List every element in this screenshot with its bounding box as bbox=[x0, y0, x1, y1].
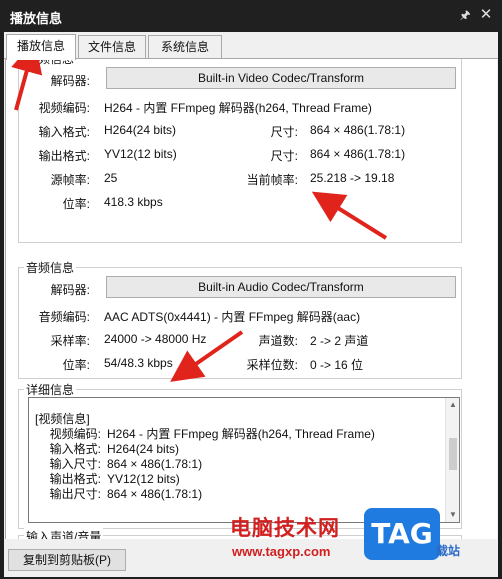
tab-file-info[interactable]: 文件信息 bbox=[78, 35, 146, 59]
details-line: 视频编码: H264 - 内置 FFmpeg 解码器(h264, Thread F… bbox=[49, 427, 375, 441]
scroll-up-icon[interactable]: ▲ bbox=[446, 398, 459, 412]
audio-bitrate-value: 54/48.3 kbps bbox=[104, 356, 173, 370]
tab-playback-info[interactable]: 播放信息 bbox=[6, 34, 76, 60]
video-group-title: 视频信息 bbox=[24, 59, 77, 67]
current-fps-label: 当前帧率: bbox=[246, 173, 298, 187]
copy-to-clipboard-button[interactable]: 复制到剪贴板(P) bbox=[8, 549, 126, 571]
output-size-value: 864 × 486(1.78:1) bbox=[310, 147, 406, 161]
details-line: 输入格式: H264(24 bits) bbox=[49, 442, 180, 456]
audio-group-title: 音频信息 bbox=[24, 259, 77, 276]
audio-codec-value: AAC ADTS(0x4441) - 内置 FFmpeg 解码器(aac) bbox=[104, 310, 361, 324]
pin-icon[interactable]: 🖈 bbox=[458, 8, 472, 22]
input-size-label: 尺寸: bbox=[270, 125, 298, 139]
audio-codec-label: 音频编码: bbox=[38, 310, 90, 324]
input-size-value: 864 × 486(1.78:1) bbox=[310, 123, 406, 137]
close-icon[interactable]: ✕ bbox=[478, 7, 494, 23]
details-group-title: 详细信息 bbox=[24, 381, 77, 398]
audio-bitrate-label: 位率: bbox=[62, 358, 90, 372]
channels-value: 2 -> 2 声道 bbox=[310, 334, 369, 348]
source-fps-label: 源帧率: bbox=[50, 173, 90, 187]
sample-rate-value: 24000 -> 48000 Hz bbox=[104, 332, 207, 346]
watermark-extra: 载站 bbox=[436, 544, 461, 558]
details-section-header: [视频信息] bbox=[35, 412, 90, 426]
output-format-label: 输出格式: bbox=[38, 149, 90, 163]
video-codec-value: H264 - 内置 FFmpeg 解码器(h264, Thread Frame) bbox=[104, 101, 372, 115]
video-codec-label: 视频编码: bbox=[38, 101, 90, 115]
output-format-value: YV12(12 bits) bbox=[104, 147, 177, 161]
channels-label: 声道数: bbox=[258, 334, 298, 348]
input-format-value: H264(24 bits) bbox=[104, 123, 177, 137]
window-title: 播放信息 bbox=[10, 11, 63, 26]
details-line: 输入尺寸: 864 × 486(1.78:1) bbox=[49, 457, 203, 471]
volume-group-title: 输入声道/音量 bbox=[24, 528, 104, 539]
scroll-thumb[interactable] bbox=[449, 438, 457, 470]
tab-system-info[interactable]: 系统信息 bbox=[148, 35, 222, 59]
watermark-tag-logo: TAG bbox=[364, 508, 440, 560]
video-decoder-label: 解码器: bbox=[50, 74, 90, 88]
watermark: 电脑技术网 www.tagxp.com TAG 载站 bbox=[216, 482, 498, 574]
video-bitrate-label: 位率: bbox=[62, 197, 90, 211]
sample-rate-label: 采样率: bbox=[50, 334, 90, 348]
watermark-url: www.tagxp.com bbox=[232, 544, 331, 559]
video-decoder-button[interactable]: Built-in Video Codec/Transform bbox=[106, 67, 456, 89]
sample-bits-value: 0 -> 16 位 bbox=[310, 358, 364, 372]
input-format-label: 输入格式: bbox=[38, 125, 90, 139]
output-size-label: 尺寸: bbox=[270, 149, 298, 163]
sample-bits-label: 采样位数: bbox=[246, 358, 298, 372]
audio-decoder-label: 解码器: bbox=[50, 283, 90, 297]
watermark-site-name: 电脑技术网 bbox=[230, 517, 340, 540]
source-fps-value: 25 bbox=[104, 171, 118, 185]
video-bitrate-value: 418.3 kbps bbox=[104, 195, 163, 209]
current-fps-value: 25.218 -> 19.18 bbox=[310, 171, 395, 185]
tab-panel-playback: 视频信息 解码器: Built-in Video Codec/Transform… bbox=[5, 59, 497, 539]
audio-decoder-button[interactable]: Built-in Audio Codec/Transform bbox=[106, 276, 456, 298]
title-bar: 播放信息 🖈 ✕ bbox=[0, 0, 502, 32]
